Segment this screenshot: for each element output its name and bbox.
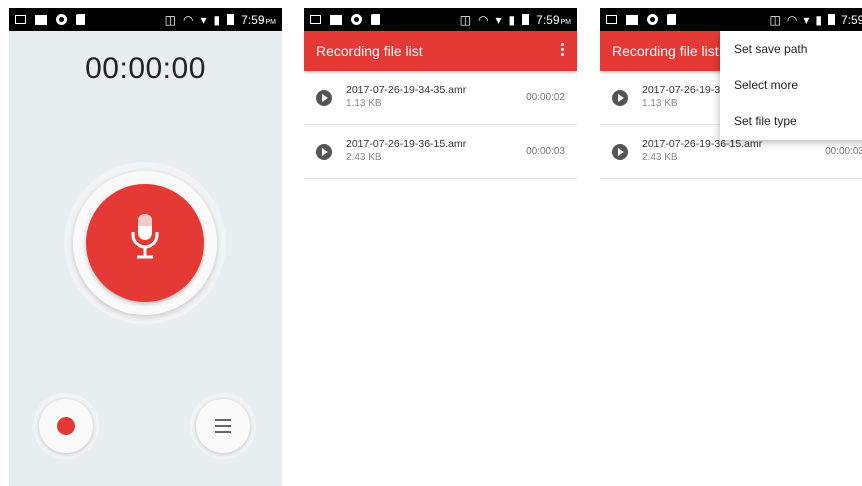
signal-icon: ▮ [508, 12, 516, 27]
image-notification-icon [15, 15, 26, 24]
record-dot-icon [57, 417, 75, 435]
status-bar: ◫ ◠ ▾ ▮ 7:59P [600, 8, 862, 31]
image-notification-icon [606, 15, 617, 24]
record-button[interactable] [39, 399, 93, 453]
hotspot-icon: ◠ [183, 12, 194, 27]
page-title: Recording file list [612, 43, 719, 59]
status-bar: ◫ ◠ ▾ ▮ 7:59PM [9, 8, 282, 31]
app-bar: Recording file list [304, 31, 577, 71]
file-size: 1.13 KB [642, 98, 678, 109]
sync-notification-icon [56, 14, 67, 25]
hotspot-icon: ◠ [786, 12, 798, 27]
vibrate-icon: ◫ [769, 12, 781, 27]
file-size: 2.43 KB [642, 152, 678, 163]
microphone-icon [131, 214, 159, 259]
battery-icon [227, 14, 235, 25]
wifi-icon: ▾ [803, 12, 810, 27]
overflow-popup-menu: Set save path Select more Set file type [720, 31, 862, 140]
recording-timer: 00:00:00 [85, 52, 206, 85]
status-time: 7:59P [840, 12, 862, 27]
sd-card-icon [76, 14, 85, 25]
wifi-icon: ▾ [200, 12, 207, 27]
menu-item-set-save-path[interactable]: Set save path [720, 31, 862, 67]
sync-notification-icon [647, 14, 658, 25]
vibrate-icon: ◫ [459, 12, 472, 27]
image-notification-icon [310, 15, 321, 24]
file-name: 2017-07-26-19-34-35.amr [346, 84, 467, 96]
microphone-button[interactable] [86, 184, 204, 302]
wifi-icon: ▾ [495, 12, 502, 27]
file-row[interactable]: 2017-07-26-19-36-15.amr 2.43 KB 00:00:03 [304, 125, 577, 179]
signal-icon: ▮ [213, 12, 221, 27]
file-name: 2017-07-26-19-3 [642, 84, 721, 96]
message-notification-icon [626, 14, 638, 25]
status-time: 7:59PM [241, 12, 276, 27]
menu-item-set-file-type[interactable]: Set file type [720, 103, 862, 139]
list-menu-icon [215, 419, 231, 433]
file-size: 1.13 KB [346, 98, 382, 109]
page-title: Recording file list [316, 43, 423, 59]
file-list-button[interactable] [196, 399, 250, 453]
status-time: 7:59PM [536, 12, 571, 27]
status-bar: ◫ ◠ ▾ ▮ 7:59PM [304, 8, 577, 31]
file-row[interactable]: 2017-07-26-19-34-35.amr 1.13 KB 00:00:02 [304, 71, 577, 125]
sync-notification-icon [351, 14, 362, 25]
play-icon[interactable] [612, 144, 628, 160]
file-size: 2.43 KB [346, 152, 382, 163]
vibrate-icon: ◫ [164, 12, 177, 27]
battery-icon [827, 14, 835, 25]
play-icon[interactable] [316, 144, 332, 160]
message-notification-icon [330, 14, 342, 25]
sd-card-icon [667, 14, 676, 25]
message-notification-icon [35, 14, 47, 25]
overflow-menu-icon[interactable] [561, 43, 565, 59]
file-duration: 00:00:03 [526, 146, 565, 157]
play-icon[interactable] [612, 90, 628, 106]
play-icon[interactable] [316, 90, 332, 106]
hotspot-icon: ◠ [478, 12, 489, 27]
sd-card-icon [371, 14, 380, 25]
file-list-menu-screen: ◫ ◠ ▾ ▮ 7:59P Recording file list 2017-0… [600, 8, 862, 486]
recorder-screen: ◫ ◠ ▾ ▮ 7:59PM 00:00:00 [9, 8, 282, 486]
file-duration: 00:00:03 [825, 146, 862, 157]
file-name: 2017-07-26-19-36-15.amr [346, 138, 467, 150]
menu-item-select-more[interactable]: Select more [720, 67, 862, 103]
file-duration: 00:00:02 [526, 92, 565, 103]
signal-icon: ▮ [815, 12, 822, 27]
file-list-screen: ◫ ◠ ▾ ▮ 7:59PM Recording file list 2017-… [304, 8, 577, 486]
battery-icon [522, 14, 530, 25]
